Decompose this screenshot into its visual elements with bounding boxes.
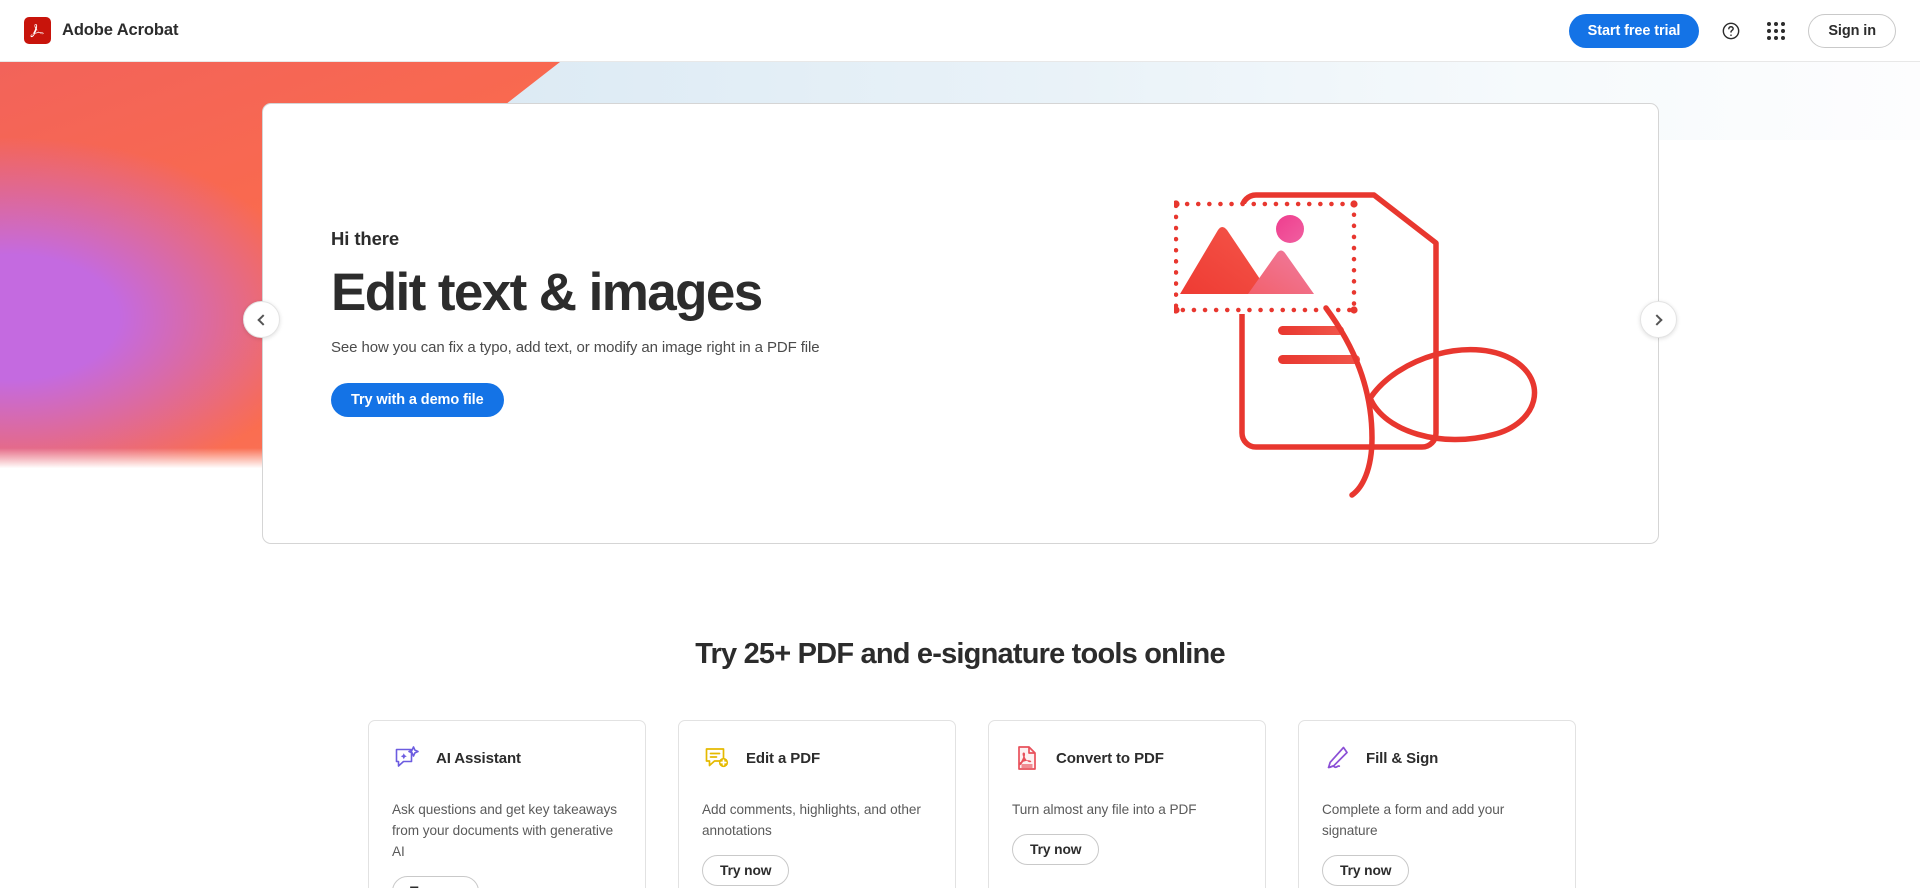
tool-card-try-now-button[interactable]: Try now [1322,855,1410,887]
hero-promo-card: Hi there Edit text & images See how you … [262,103,1659,544]
hero-subtitle: See how you can fix a typo, add text, or… [331,339,820,357]
tool-card-title: Edit a PDF [746,749,821,767]
tools-card-grid: AI Assistant Ask questions and get key t… [368,720,1576,888]
tool-card-try-now-button[interactable]: Try now [702,855,790,887]
tool-card-title: AI Assistant [436,749,521,767]
brand-name-label: Adobe Acrobat [62,21,179,39]
hero-title: Edit text & images [331,263,763,322]
tool-card-title: Convert to PDF [1056,749,1164,767]
help-circle-icon[interactable] [1718,18,1744,44]
sign-in-button[interactable]: Sign in [1808,13,1896,48]
brand-home-link[interactable]: Adobe Acrobat [24,17,178,44]
tool-card-description: Add comments, highlights, and other anno… [702,802,921,839]
tool-card-ai-assistant[interactable]: AI Assistant Ask questions and get key t… [368,720,646,888]
try-with-demo-file-button[interactable]: Try with a demo file [331,383,504,418]
chevron-left-icon [257,313,269,326]
tool-card-description: Turn almost any file into a PDF [1012,802,1197,817]
chevron-right-icon [1651,313,1663,326]
tool-card-try-now-button[interactable]: Try now [1012,834,1100,866]
tool-card-convert-to-pdf[interactable]: Convert to PDF Turn almost any file into… [988,720,1266,888]
hero-text-block: Hi there Edit text & images See how you … [331,228,1051,418]
ai-assistant-chat-sparkle-icon [392,743,422,773]
tool-card-edit-a-pdf[interactable]: Edit a PDF Add comments, highlights, and… [678,720,956,888]
tool-card-description: Complete a form and add your signature [1322,802,1505,839]
carousel-previous-button[interactable] [243,301,280,338]
hero-greeting: Hi there [331,228,400,249]
page-root: Adobe Acrobat Start free trial Sign in H… [0,0,1920,888]
tool-card-description: Ask questions and get key takeaways from… [392,802,617,860]
header-actions: Start free trial Sign in [1568,13,1896,48]
tool-card-fill-and-sign[interactable]: Fill & Sign Complete a form and add your… [1298,720,1576,888]
start-free-trial-button[interactable]: Start free trial [1568,13,1700,48]
edit-image-in-pdf-illustration [1172,150,1604,500]
acrobat-logo-icon [24,17,51,44]
tool-card-title: Fill & Sign [1366,749,1439,767]
carousel-next-button[interactable] [1640,301,1677,338]
top-navigation-bar: Adobe Acrobat Start free trial Sign in [0,0,1920,62]
tools-section-heading: Try 25+ PDF and e-signature tools online [695,638,1225,670]
signature-pen-icon [1322,743,1352,773]
app-grid-icon[interactable] [1763,18,1789,44]
pdf-document-icon [1012,743,1042,773]
comment-add-icon [702,743,732,773]
tool-card-try-now-button[interactable]: Try now [392,876,480,888]
